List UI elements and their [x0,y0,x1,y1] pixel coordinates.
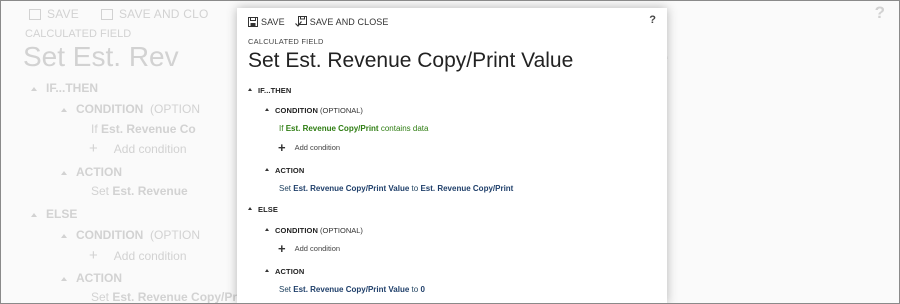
condition-rule-operator: contains data [380,124,429,133]
action-section: ACTION [265,166,304,175]
background-if-then-label: IF...THEN [46,81,99,95]
condition-rule-prefix: If [279,124,284,133]
add-icon: + [89,247,98,264]
else-action-rule-to: to [411,285,419,294]
background-else: ELSE [31,207,77,221]
else-add-condition-label: Add condition [294,244,341,253]
collapse-caret-icon [31,212,37,217]
save-label: SAVE [261,16,285,27]
form-caption: CALCULATED FIELD [248,37,324,46]
else-condition-section: CONDITION (OPTIONAL) [265,226,363,235]
else-action-rule-value: 0 [420,285,425,294]
collapse-caret-icon [31,86,37,91]
collapse-else-action-icon[interactable] [265,269,269,273]
save-icon [248,16,258,27]
collapse-else-condition-icon[interactable] [265,228,269,232]
page-title: Set Est. Revenue Copy/Print Value [248,49,574,72]
collapse-condition-icon[interactable] [265,108,269,112]
else-condition-optional-label: (OPTIONAL) [319,226,363,235]
condition-rule[interactable]: If Est. Revenue Copy/Print contains data [279,124,428,133]
background-if-field: Est. Revenue Co [101,122,196,136]
background-condition: CONDITION (OPTION [61,102,200,116]
else-action-section: ACTION [265,267,304,276]
background-if-rule: If Est. Revenue Co [91,122,196,136]
collapse-caret-icon [61,233,67,238]
background-if-then: IF...THEN [31,81,98,95]
background-add-condition-2-label: Add condition [113,249,187,263]
background-set-2-prefix: Set [91,290,110,304]
background-action-2: ACTION [61,271,122,285]
add-icon: + [278,140,286,155]
calculated-field-dialog: SAVE SAVE AND CLOSE ? CALCULATED FIELD S… [237,8,667,303]
background-set-rule: Set Est. Revenue [91,184,188,198]
background-add-condition-2: + Add condition [89,247,187,264]
collapse-else-icon[interactable] [248,207,252,211]
background-condition-optional: (OPTION [150,102,201,116]
collapse-caret-icon [61,170,67,175]
else-condition-label: CONDITION [275,226,318,235]
background-caption: CALCULATED FIELD [25,28,132,40]
add-icon: + [89,140,98,157]
save-icon [29,8,41,20]
else-add-condition-button[interactable]: + Add condition [278,242,340,255]
background-help-icon: ? [874,3,885,22]
collapse-if-then-icon[interactable] [248,88,252,92]
background-save-close-label: SAVE AND CLO [118,7,209,21]
background-save-label: SAVE [47,7,79,21]
collapse-caret-icon [61,276,67,281]
save-and-close-icon [294,16,307,27]
else-section: ELSE [248,205,278,214]
else-label: ELSE [258,205,278,214]
help-icon[interactable]: ? [649,14,656,26]
dialog-toolbar: SAVE SAVE AND CLOSE [248,16,389,27]
save-close-icon [100,8,113,20]
background-action-label: ACTION [76,165,122,179]
if-then-label: IF...THEN [258,86,292,95]
condition-rule-field: Est. Revenue Copy/Print [285,124,379,133]
else-action-rule[interactable]: Set Est. Revenue Copy/Print Value to 0 [279,285,425,294]
background-set-field: Est. Revenue [112,184,188,198]
background-add-condition: + Add condition [89,140,187,157]
background-action-2-label: ACTION [76,271,122,285]
action-rule-field: Est. Revenue Copy/Print Value [293,184,410,193]
action-rule-value: Est. Revenue Copy/Print [420,184,514,193]
background-condition-2: CONDITION (OPTION [61,228,200,242]
background-if-prefix: If [91,122,98,136]
else-action-label: ACTION [275,267,305,276]
background-condition-2-optional: (OPTION [150,228,201,242]
action-rule[interactable]: Set Est. Revenue Copy/Print Value to Est… [279,184,513,193]
collapse-caret-icon [61,107,67,112]
condition-section: CONDITION (OPTIONAL) [265,106,363,115]
background-toolbar: SAVE SAVE AND CLO [29,7,208,21]
else-action-rule-prefix: Set [279,285,292,294]
if-then-section: IF...THEN [248,86,291,95]
background-set-prefix: Set [91,184,110,198]
background-action: ACTION [61,165,122,179]
collapse-action-icon[interactable] [265,168,269,172]
add-condition-button[interactable]: + Add condition [278,141,340,154]
background-condition-label: CONDITION [76,102,144,116]
background-else-label: ELSE [46,207,78,221]
background-add-condition-label: Add condition [113,142,187,156]
background-save-button: SAVE [29,7,79,21]
action-rule-prefix: Set [279,184,292,193]
else-action-rule-field: Est. Revenue Copy/Print Value [293,285,410,294]
save-and-close-label: SAVE AND CLOSE [309,16,389,27]
background-save-close-button: SAVE AND CLO [100,7,209,21]
action-rule-to: to [411,184,419,193]
action-label: ACTION [275,166,305,175]
add-icon: + [278,241,286,256]
save-and-close-button[interactable]: SAVE AND CLOSE [294,16,389,27]
add-condition-label: Add condition [294,143,341,152]
background-condition-2-label: CONDITION [76,228,144,242]
window-frame: SAVE SAVE AND CLO ? CALCULATED FIELD Set… [0,0,900,304]
condition-label: CONDITION [275,106,318,115]
condition-optional-label: (OPTIONAL) [319,106,363,115]
save-button[interactable]: SAVE [248,16,285,27]
background-title: Set Est. Rev [23,41,179,72]
